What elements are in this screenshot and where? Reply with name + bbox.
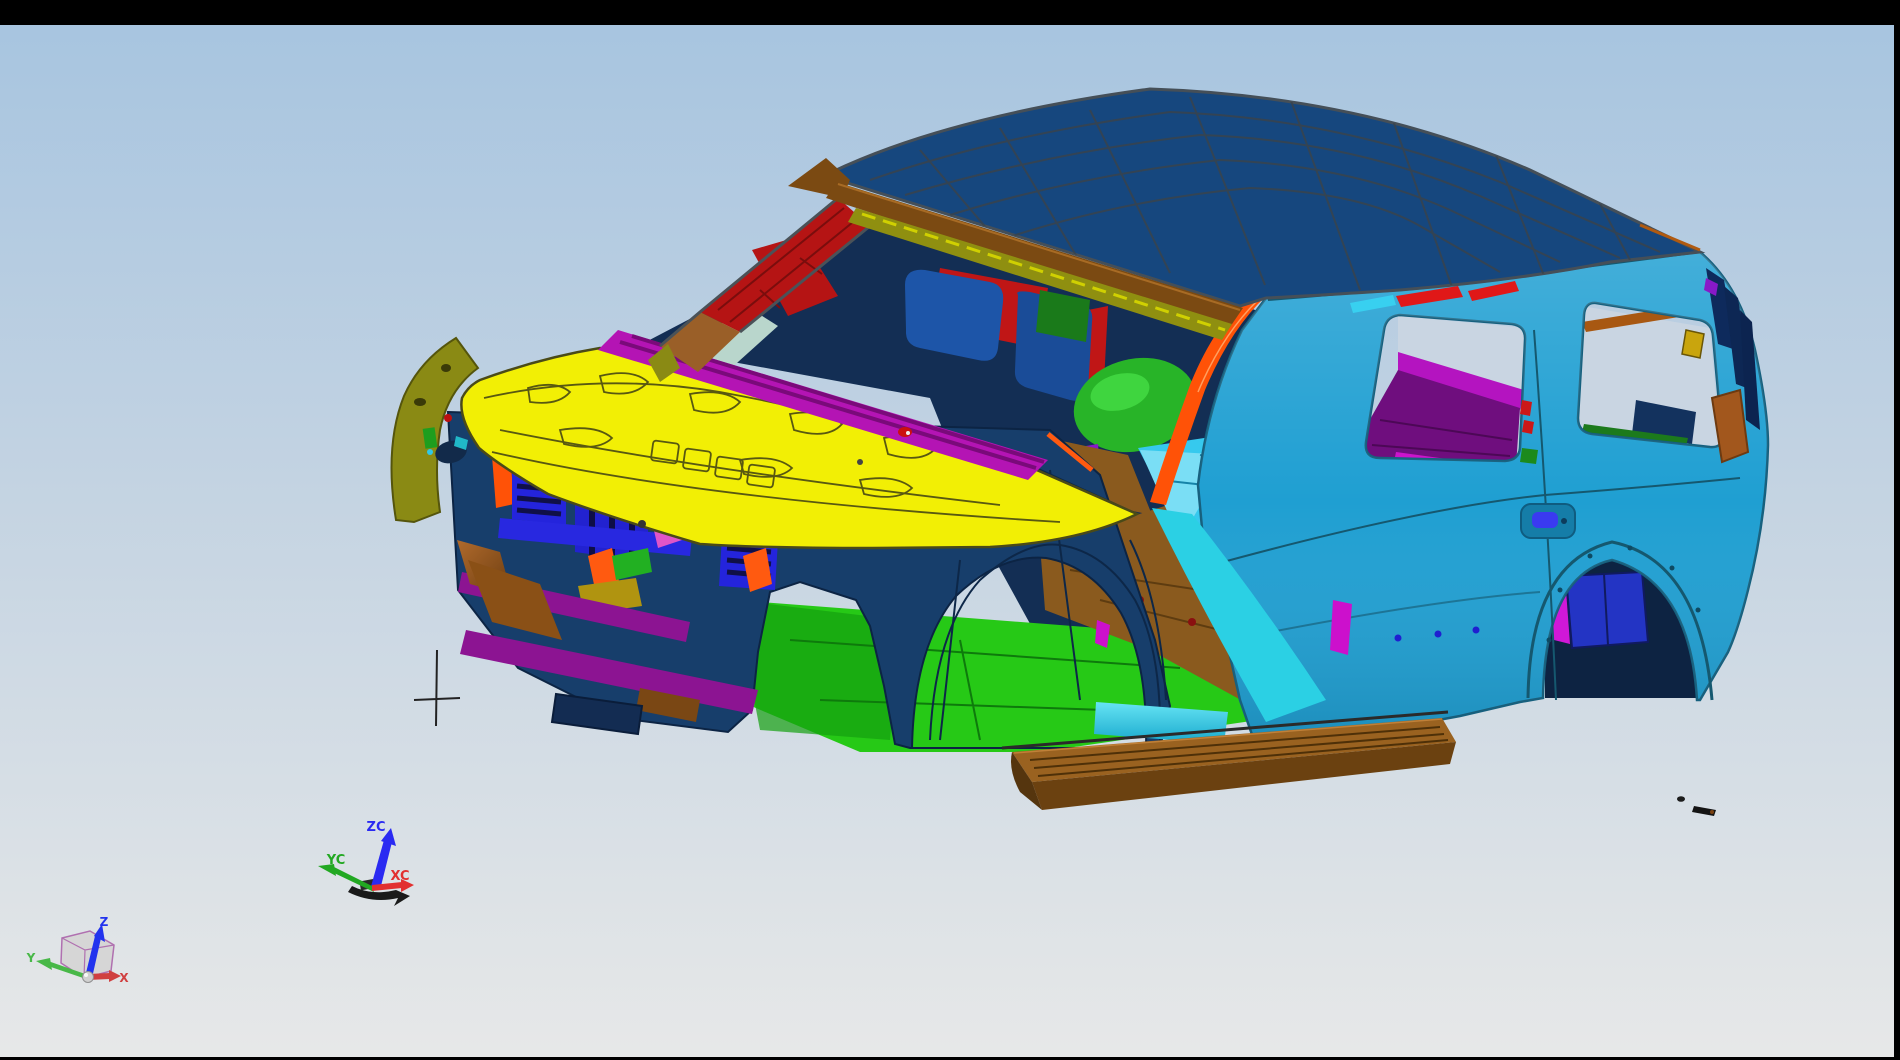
door-inner-panel-1[interactable] [905, 270, 1003, 361]
fender-hole-3 [441, 364, 451, 372]
fender-red-dot [444, 414, 452, 422]
door-handle[interactable] [1532, 512, 1558, 528]
debris-dot [1677, 796, 1685, 802]
wcs-triad[interactable]: ZC YC XC [318, 820, 414, 906]
c-pillar-red-mark-1 [1520, 400, 1532, 416]
c-pillar-green-square [1520, 448, 1538, 464]
abs-origin-sphere [83, 972, 94, 983]
floor-red-dot-2 [1188, 618, 1196, 626]
hood-latch-dot [638, 520, 646, 528]
fender-cyan-dot [427, 449, 433, 455]
abs-triad[interactable]: Z Y X [26, 915, 130, 985]
abs-z-label: Z [100, 915, 109, 929]
abs-y-label: Y [26, 951, 36, 965]
debris-group [1677, 796, 1716, 816]
antenna-rod [414, 650, 460, 726]
wcs-z-axis[interactable] [370, 840, 392, 890]
abs-origin-highlight [84, 973, 88, 977]
abs-y-arrowhead [36, 958, 52, 970]
c-pillar-red-mark-2 [1522, 420, 1534, 434]
wcs-z-label: ZC [367, 820, 386, 835]
hood-dot-2 [857, 459, 863, 465]
fender-hole-2 [414, 398, 426, 406]
cowl-white-dot [906, 431, 910, 435]
debris-brown-dot [1710, 810, 1714, 814]
wcs-y-label: YC [326, 853, 346, 868]
cad-viewport[interactable]: ZC YC XC Z Y X [0, 0, 1900, 1060]
model-canvas[interactable]: ZC YC XC Z Y X [0, 0, 1900, 1060]
handle-dot [1561, 518, 1567, 524]
w2-gold-plate [1682, 330, 1704, 358]
wcs-x-label: XC [390, 869, 409, 884]
abs-x-label: X [119, 971, 129, 985]
cowl-red-oval [898, 427, 912, 437]
